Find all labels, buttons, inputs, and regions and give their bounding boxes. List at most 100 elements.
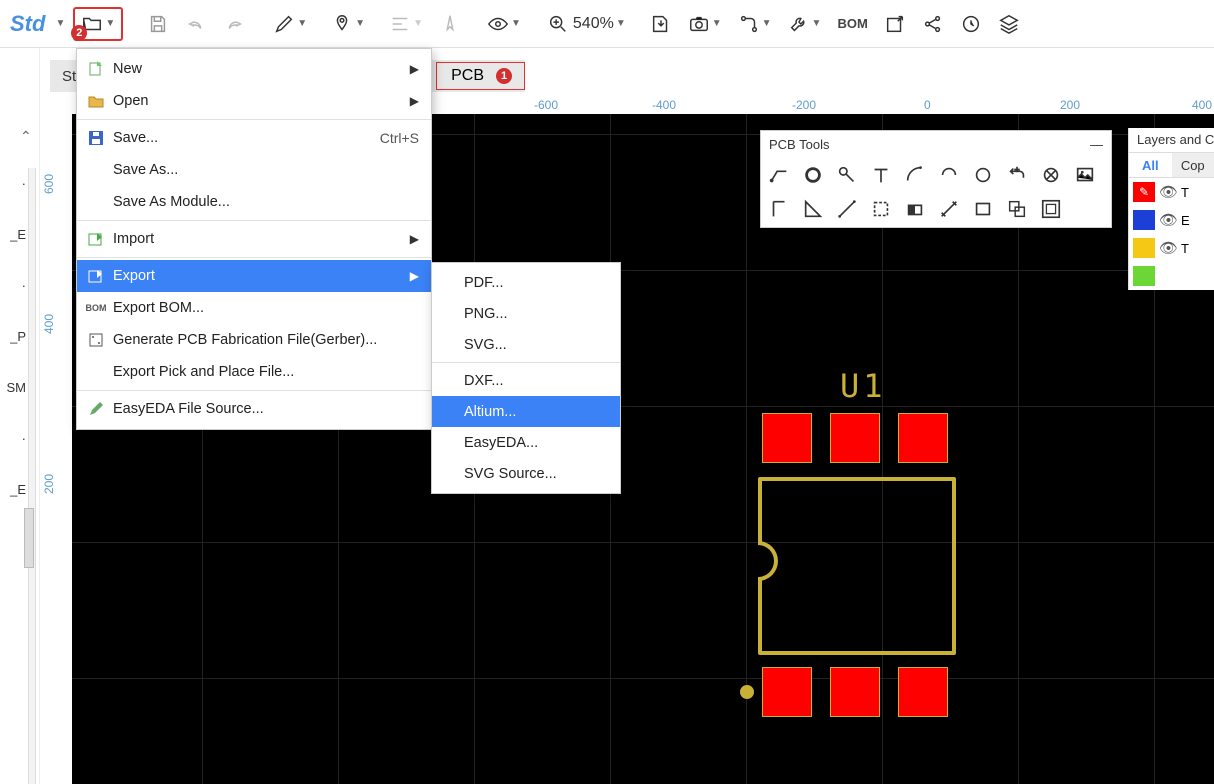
undo-button[interactable] xyxy=(179,9,213,39)
menu-import[interactable]: Import ▶ xyxy=(77,223,431,255)
pad[interactable] xyxy=(898,413,948,463)
align-icon xyxy=(389,13,411,35)
export-easyeda[interactable]: EasyEDA... xyxy=(432,427,620,458)
zoom-button[interactable]: 540%▼ xyxy=(541,9,632,39)
tool-circle[interactable] xyxy=(971,163,995,187)
pcb-tools-header[interactable]: PCB Tools — xyxy=(761,131,1111,157)
pcb-tools-panel[interactable]: PCB Tools — xyxy=(760,130,1112,228)
camera-dropdown[interactable]: ▼ xyxy=(682,9,728,39)
pad[interactable] xyxy=(762,667,812,717)
layer-row-extra[interactable] xyxy=(1129,262,1214,290)
menu-pick-place[interactable]: Export Pick and Place File... xyxy=(77,356,431,388)
tree-item[interactable]: · xyxy=(0,158,28,209)
export-svg[interactable]: SVG... xyxy=(432,329,620,360)
panel-collapse-button[interactable]: — xyxy=(1090,137,1103,152)
tool-move[interactable] xyxy=(1005,163,1029,187)
visibility-eye-icon[interactable]: 👁 xyxy=(1159,183,1177,201)
ruler-tick: -400 xyxy=(652,98,676,112)
tool-hole[interactable] xyxy=(1039,163,1063,187)
tree-item[interactable]: _E xyxy=(0,209,28,260)
tool-pad[interactable] xyxy=(801,163,825,187)
zoom-icon xyxy=(547,13,569,35)
edit-dropdown[interactable]: ▼ xyxy=(267,9,313,39)
place-dropdown[interactable]: ▼ xyxy=(325,9,371,39)
tool-arc[interactable] xyxy=(903,163,927,187)
tree-item[interactable]: · xyxy=(0,260,28,311)
layer-swatch-red[interactable]: ✎ xyxy=(1133,182,1155,202)
tool-rect[interactable] xyxy=(971,197,995,221)
tool-text[interactable] xyxy=(869,163,893,187)
mode-std-caret[interactable]: ▼ xyxy=(55,18,65,29)
menu-save[interactable]: Save... Ctrl+S xyxy=(77,122,431,154)
tool-track[interactable] xyxy=(767,163,791,187)
pad[interactable] xyxy=(830,667,880,717)
view-dropdown[interactable]: ▼ xyxy=(481,9,527,39)
tree-item[interactable]: · xyxy=(0,413,28,464)
layers-panel[interactable]: Layers and C All Cop ✎ 👁 T 👁 E 👁 T xyxy=(1128,128,1214,290)
tool-arc2[interactable] xyxy=(937,163,961,187)
compass-button[interactable] xyxy=(433,9,467,39)
menu-open[interactable]: Open ▶ xyxy=(77,85,431,117)
tool-line[interactable] xyxy=(835,197,859,221)
menu-new[interactable]: New ▶ xyxy=(77,53,431,85)
pad[interactable] xyxy=(830,413,880,463)
tool-measure[interactable] xyxy=(937,197,961,221)
project-tree: · _E · _P SM · _E xyxy=(0,158,28,515)
layer-swatch-blue[interactable] xyxy=(1133,210,1155,230)
import-import-button[interactable] xyxy=(644,9,678,39)
layer-swatch-yellow[interactable] xyxy=(1133,238,1155,258)
tool-dimension-angle[interactable] xyxy=(801,197,825,221)
zoom-level-text: 540% xyxy=(573,15,614,33)
layers-tab-copper[interactable]: Cop xyxy=(1172,153,1214,177)
layers-toolbar-button[interactable] xyxy=(992,9,1026,39)
visibility-eye-icon[interactable]: 👁 xyxy=(1159,239,1177,257)
export-altium[interactable]: Altium... xyxy=(432,396,620,427)
export-pdf[interactable]: PDF... xyxy=(432,267,620,298)
tool-canvas[interactable] xyxy=(1039,197,1063,221)
layer-row-top[interactable]: ✎ 👁 T xyxy=(1129,178,1214,206)
pin-icon xyxy=(331,13,353,35)
history-button[interactable] xyxy=(954,9,988,39)
route-dropdown[interactable]: ▼ xyxy=(732,9,778,39)
menu-save-module[interactable]: Save As Module... xyxy=(77,186,431,218)
sidebar-collapse-chevron[interactable]: ⌃ xyxy=(20,128,36,144)
layer-swatch-green[interactable] xyxy=(1133,266,1155,286)
align-button[interactable]: ▼ xyxy=(383,9,429,39)
export-dxf[interactable]: DXF... xyxy=(432,365,620,396)
tool-group[interactable] xyxy=(1005,197,1029,221)
tools-dropdown[interactable]: ▼ xyxy=(782,9,828,39)
sidebar-drag-handle[interactable] xyxy=(24,508,34,568)
tree-item[interactable]: SM xyxy=(0,362,28,413)
mode-std-label[interactable]: Std xyxy=(6,11,49,37)
tree-item[interactable]: _P xyxy=(0,311,28,362)
layer-name: T xyxy=(1181,241,1189,256)
file-menu-button[interactable]: ▼ 2 xyxy=(73,7,123,41)
pad[interactable] xyxy=(898,667,948,717)
tool-image[interactable] xyxy=(1073,163,1097,187)
tool-dimension-v[interactable] xyxy=(767,197,791,221)
save-toolbar-button[interactable] xyxy=(141,9,175,39)
tree-item[interactable]: _E xyxy=(0,464,28,515)
sidebar-divider[interactable] xyxy=(28,168,36,784)
share-button[interactable] xyxy=(916,9,950,39)
visibility-eye-icon[interactable]: 👁 xyxy=(1159,211,1177,229)
layers-tab-all[interactable]: All xyxy=(1129,153,1172,177)
redo-button[interactable] xyxy=(217,9,251,39)
export-png[interactable]: PNG... xyxy=(432,298,620,329)
pad[interactable] xyxy=(762,413,812,463)
tool-via[interactable] xyxy=(835,163,859,187)
tool-region[interactable] xyxy=(869,197,893,221)
tool-rect-fill[interactable] xyxy=(903,197,927,221)
layer-row-silk[interactable]: 👁 T xyxy=(1129,234,1214,262)
menu-file-source[interactable]: EasyEDA File Source... xyxy=(77,393,431,425)
menu-gerber[interactable]: Generate PCB Fabrication File(Gerber)... xyxy=(77,324,431,356)
menu-save-as[interactable]: Save As... xyxy=(77,154,431,186)
menu-export[interactable]: Export ▶ xyxy=(77,260,431,292)
export-svg-source[interactable]: SVG Source... xyxy=(432,458,620,489)
layer-row-bottom[interactable]: 👁 E xyxy=(1129,206,1214,234)
menu-export-bom[interactable]: BOM Export BOM... xyxy=(77,292,431,324)
layers-panel-title[interactable]: Layers and C xyxy=(1129,128,1214,152)
bom-button[interactable]: BOM xyxy=(831,12,873,35)
export-toolbar-button[interactable] xyxy=(878,9,912,39)
pcb-tab-highlighted[interactable]: PCB 1 xyxy=(436,62,525,90)
